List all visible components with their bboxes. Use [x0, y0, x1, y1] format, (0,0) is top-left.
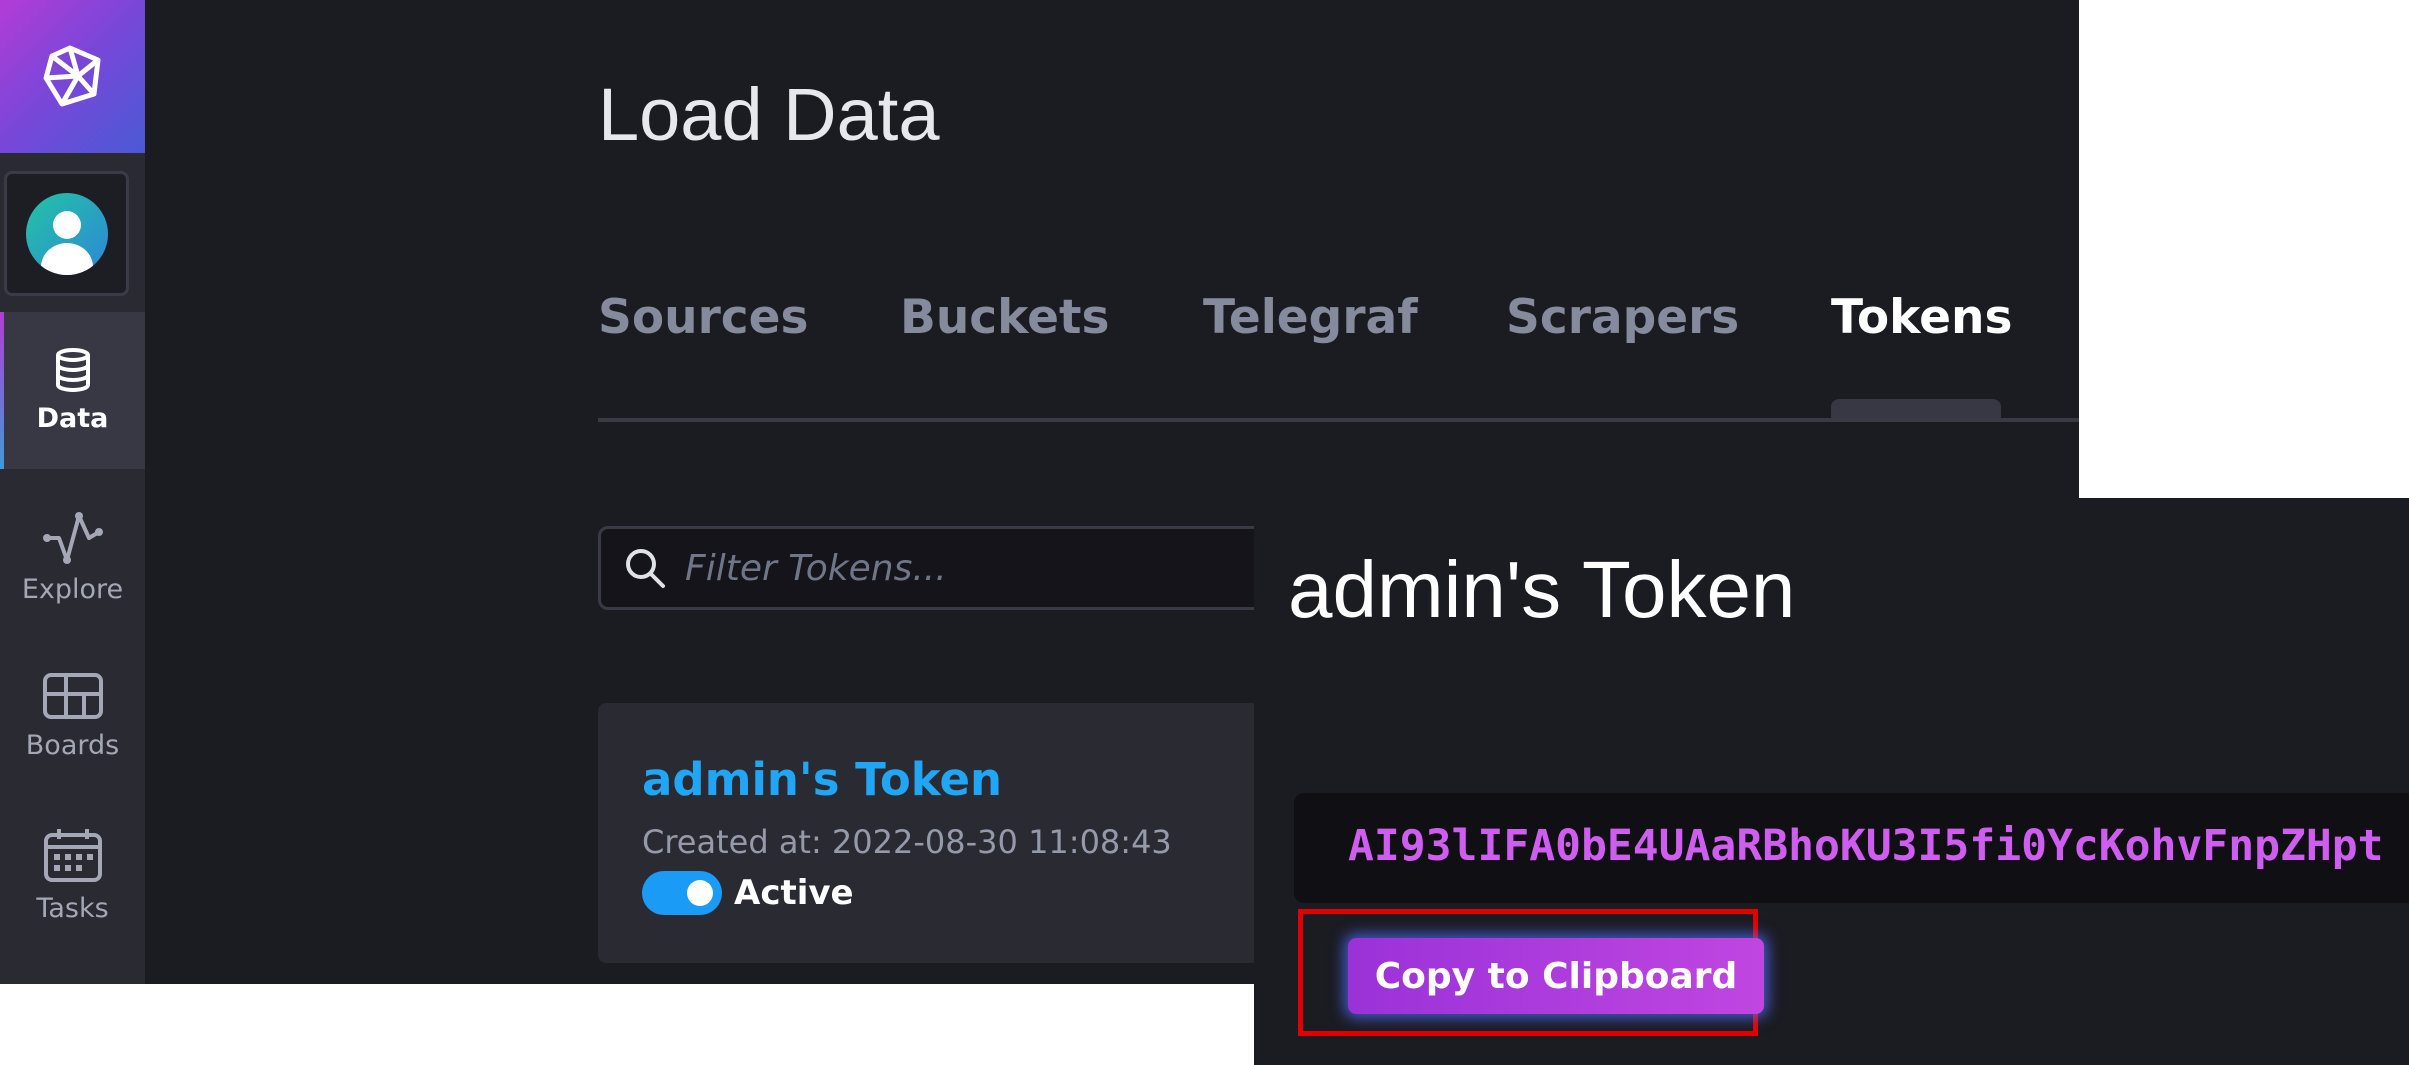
influxdb-logo[interactable]	[0, 0, 145, 153]
tab-tokens[interactable]: Tokens	[1831, 290, 2012, 345]
token-name-link[interactable]: admin's Token	[642, 753, 1002, 806]
sidebar-item-data[interactable]: Data	[0, 312, 145, 469]
token-created-at: Created at: 2022-08-30 11:08:43	[642, 823, 1172, 861]
token-value[interactable]: AI93lIFA0bE4UAaRBhoKU3I5fi0YcKohvFnpZHpt	[1348, 821, 2384, 871]
tab-telegraf[interactable]: Telegraf	[1203, 290, 1418, 345]
dashboard-grid-icon	[42, 673, 103, 719]
tab-sources[interactable]: Sources	[598, 290, 809, 345]
user-avatar-icon	[25, 192, 108, 275]
active-tab-indicator	[1831, 399, 2001, 418]
sidebar-item-label: Data	[36, 403, 109, 434]
search-icon	[626, 549, 665, 588]
influxdb-logo-icon	[43, 45, 100, 106]
tab-bar: Sources Buckets Telegraf Scrapers Tokens	[598, 290, 2079, 422]
database-icon	[55, 348, 90, 392]
sidebar-item-explore[interactable]: Explore	[0, 478, 145, 635]
token-value-box: AI93lIFA0bE4UAaRBhoKU3I5fi0YcKohvFnpZHpt	[1294, 793, 2409, 903]
token-card: admin's Token Created at: 2022-08-30 11:…	[598, 703, 1358, 963]
avatar[interactable]	[4, 171, 129, 296]
token-status-label: Active	[734, 873, 854, 913]
sidebar: Data Explore Boards Tasks	[0, 0, 145, 984]
tab-buckets[interactable]: Buckets	[900, 290, 1109, 345]
calendar-icon	[43, 829, 102, 882]
graph-line-icon	[42, 512, 103, 564]
tab-divider	[598, 418, 2079, 422]
sidebar-item-label: Tasks	[36, 893, 109, 924]
tab-scrapers[interactable]: Scrapers	[1506, 290, 1739, 345]
modal-title: admin's Token	[1288, 545, 1796, 634]
token-status-toggle[interactable]	[642, 871, 722, 915]
copy-to-clipboard-button[interactable]: Copy to Clipboard	[1348, 938, 1764, 1014]
filter-tokens-field[interactable]	[598, 526, 1358, 610]
filter-tokens-input[interactable]	[683, 546, 1287, 590]
sidebar-item-tasks[interactable]: Tasks	[0, 797, 145, 954]
page-title: Load Data	[598, 73, 940, 156]
sidebar-item-boards[interactable]: Boards	[0, 638, 145, 795]
sidebar-item-label: Explore	[21, 574, 124, 605]
token-modal: admin's Token AI93lIFA0bE4UAaRBhoKU3I5fi…	[1254, 498, 2409, 1065]
sidebar-item-label: Boards	[25, 730, 120, 761]
